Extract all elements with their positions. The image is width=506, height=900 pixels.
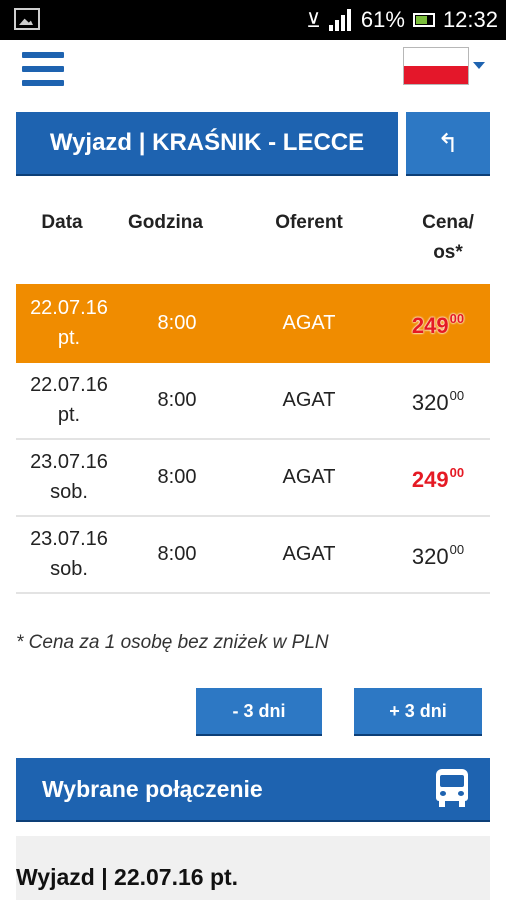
vibrate-icon: ⊻ [306,9,321,32]
signal-icon [328,9,353,31]
minus-3-days-button[interactable]: - 3 dni [196,688,322,734]
row-price: 32000 [411,388,465,415]
row-operator: AGAT [282,388,336,411]
price-note: * Cena za 1 osobę bez zniżek w PLN [16,632,329,653]
back-button[interactable]: ↰ [406,112,490,174]
row-date: 23.07.16 sob. [30,527,108,580]
row-time: 8:00 [157,388,197,411]
table-row[interactable]: 22.07.16 pt. 8:00 AGAT 24900 [16,284,490,363]
gallery-icon [14,8,40,30]
table-row[interactable]: 22.07.16 pt. 8:00 AGAT 32000 [16,361,490,440]
row-price: 32000 [411,542,465,569]
selected-connection-bar[interactable]: Wybrane połączenie [16,758,490,820]
hamburger-icon[interactable] [22,52,64,86]
route-title: Wyjazd | KRAŚNIK - LECCE [16,112,398,174]
battery-icon [412,13,435,27]
row-price: 24900 [411,311,465,338]
row-operator: AGAT [282,465,336,488]
dropdown-arrow-icon[interactable] [473,62,485,69]
status-icons: ⊻ 61% 12:32 [306,0,498,40]
header-operator: Oferent [275,212,343,233]
bus-icon [436,769,468,807]
table-row[interactable]: 23.07.16 sob. 8:00 AGAT 24900 [16,438,490,517]
row-date: 23.07.16 sob. [30,450,108,503]
selected-connection-label: Wybrane połączenie [42,775,263,802]
clock: 12:32 [442,7,498,32]
header-price-line1: Cena/ [422,212,474,233]
row-time: 8:00 [157,542,197,565]
row-date: 22.07.16 pt. [30,296,108,349]
row-date: 22.07.16 pt. [30,373,108,426]
battery-percent: 61% [360,7,405,32]
header-date: Data [41,212,83,233]
row-operator: AGAT [282,542,336,565]
row-time: 8:00 [157,465,197,488]
table-row[interactable]: 23.07.16 sob. 8:00 AGAT 32000 [16,515,490,594]
header-time: Godzina [128,212,203,233]
app-header [0,40,506,98]
row-operator: AGAT [282,311,336,334]
table-header: Data Godzina Oferent Cena/ os* [16,200,490,270]
detail-title: Wyjazd | 22.07.16 pt. [16,864,239,890]
connection-detail: Wyjazd | 22.07.16 pt. [16,836,490,900]
row-time: 8:00 [157,311,197,334]
row-price: 24900 [411,465,465,492]
status-bar: ⊻ 61% 12:32 [0,0,506,40]
reply-arrow-icon: ↰ [437,127,459,158]
header-price-line2: os* [433,242,463,263]
poland-flag[interactable] [403,47,469,85]
plus-3-days-button[interactable]: + 3 dni [354,688,482,734]
header-price: Cena/ os* [398,208,498,268]
